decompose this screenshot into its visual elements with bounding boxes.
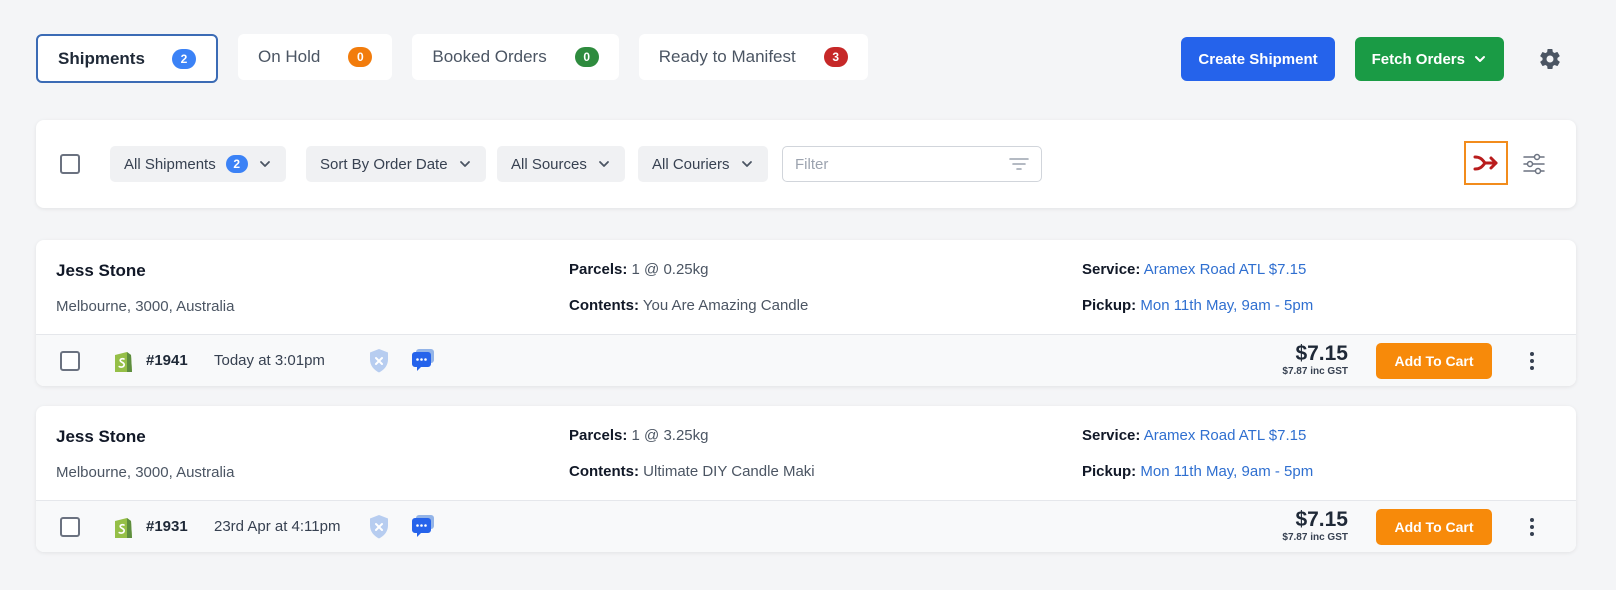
- dropdown-label: All Shipments: [124, 155, 216, 173]
- shopify-icon: [115, 518, 132, 538]
- chevron-down-icon: [1475, 56, 1485, 62]
- service-link[interactable]: Aramex Road ATL $7.15: [1144, 261, 1307, 278]
- parcels-info: Parcels: 1 @ 3.25kg: [569, 427, 709, 444]
- contents-info: Contents: Ultimate DIY Candle Maki: [569, 463, 815, 480]
- chat-bubble-icon: [412, 349, 434, 371]
- parcels-label: Parcels:: [569, 427, 628, 444]
- gear-icon[interactable]: [1532, 41, 1568, 77]
- more-options-icon[interactable]: [1522, 349, 1542, 373]
- chevron-down-icon: [459, 161, 470, 167]
- add-to-cart-button[interactable]: Add To Cart: [1376, 509, 1492, 545]
- shipment-details: Jess Stone Melbourne, 3000, Australia Pa…: [36, 406, 1576, 500]
- pickup-info: Pickup: Mon 11th May, 9am - 5pm: [1082, 297, 1313, 314]
- shipment-footer: #1941 Today at 3:01pm $7.15 $7.87 inc GS…: [36, 334, 1576, 386]
- merge-arrows-icon: [1473, 155, 1498, 171]
- dropdown-label: All Sources: [511, 155, 587, 173]
- couriers-dropdown[interactable]: All Couriers: [638, 146, 768, 182]
- fetch-orders-label: Fetch Orders: [1371, 50, 1465, 68]
- tab-booked-orders[interactable]: Booked Orders 0: [412, 34, 619, 80]
- shipment-card: Jess Stone Melbourne, 3000, Australia Pa…: [36, 240, 1576, 386]
- shipment-card: Jess Stone Melbourne, 3000, Australia Pa…: [36, 406, 1576, 552]
- sort-dropdown[interactable]: Sort By Order Date: [306, 146, 486, 182]
- all-shipments-dropdown[interactable]: All Shipments 2: [110, 146, 286, 182]
- service-info: Service: Aramex Road ATL $7.15: [1082, 427, 1306, 444]
- price-inc-gst: $7.87 inc GST: [1282, 532, 1348, 543]
- insurance-shield-icon[interactable]: [368, 348, 390, 374]
- shopify-icon: [115, 352, 132, 372]
- tab-ready-to-manifest[interactable]: Ready to Manifest 3: [638, 34, 868, 80]
- shipment-footer: #1931 23rd Apr at 4:11pm $7.15 $7.87 inc…: [36, 500, 1576, 552]
- fetch-orders-button[interactable]: Fetch Orders: [1354, 37, 1504, 81]
- parcels-value: 1 @ 3.25kg: [631, 427, 709, 444]
- chevron-down-icon: [741, 161, 752, 167]
- status-tabs: Shipments 2 On Hold 0 Booked Orders 0 Re…: [36, 34, 868, 83]
- pickup-info: Pickup: Mon 11th May, 9am - 5pm: [1082, 463, 1313, 480]
- price-amount: $7.15: [1295, 508, 1348, 531]
- dropdown-label: All Couriers: [652, 155, 730, 173]
- chevron-down-icon: [598, 161, 609, 167]
- shipment-details: Jess Stone Melbourne, 3000, Australia Pa…: [36, 240, 1576, 334]
- parcels-value: 1 @ 0.25kg: [631, 261, 709, 278]
- add-to-cart-button[interactable]: Add To Cart: [1376, 343, 1492, 379]
- count-badge: 0: [574, 47, 599, 67]
- dropdown-label: Sort By Order Date: [320, 155, 448, 173]
- create-shipment-button[interactable]: Create Shipment: [1181, 37, 1335, 81]
- service-label: Service:: [1082, 427, 1141, 444]
- count-badge: 0: [348, 47, 373, 67]
- price-block: $7.15 $7.87 inc GST: [1282, 508, 1348, 543]
- filter-bar: All Shipments 2 Sort By Order Date All S…: [36, 120, 1576, 208]
- pickup-label: Pickup:: [1082, 463, 1137, 480]
- tab-label: On Hold: [258, 47, 321, 66]
- tab-shipments[interactable]: Shipments 2: [36, 34, 218, 83]
- order-number[interactable]: #1931: [146, 518, 188, 535]
- contents-label: Contents:: [569, 463, 639, 480]
- chat-bubble-icon: [412, 515, 434, 537]
- order-number[interactable]: #1941: [146, 352, 188, 369]
- price-inc-gst: $7.87 inc GST: [1282, 366, 1348, 377]
- sliders-icon: [1523, 153, 1545, 175]
- pickup-link[interactable]: Mon 11th May, 9am - 5pm: [1140, 463, 1313, 480]
- tab-label: Booked Orders: [432, 47, 547, 66]
- contents-value: Ultimate DIY Candle Maki: [643, 463, 815, 480]
- customer-name: Jess Stone: [56, 261, 146, 280]
- sources-dropdown[interactable]: All Sources: [497, 146, 625, 182]
- more-options-icon[interactable]: [1522, 515, 1542, 539]
- order-date: 23rd Apr at 4:11pm: [214, 518, 341, 535]
- customer-address: Melbourne, 3000, Australia: [56, 298, 235, 315]
- count-badge: 3: [823, 47, 848, 67]
- filter-lines-icon: [1009, 158, 1029, 170]
- count-badge: 2: [225, 155, 248, 173]
- tab-on-hold[interactable]: On Hold 0: [238, 34, 393, 80]
- customer-address: Melbourne, 3000, Australia: [56, 464, 235, 481]
- pickup-label: Pickup:: [1082, 297, 1137, 314]
- parcels-label: Parcels:: [569, 261, 628, 278]
- tab-label: Ready to Manifest: [658, 47, 796, 66]
- filter-field: [782, 146, 1042, 182]
- price-amount: $7.15: [1295, 342, 1348, 365]
- price-block: $7.15 $7.87 inc GST: [1282, 342, 1348, 377]
- contents-value: You Are Amazing Candle: [642, 297, 809, 314]
- shipment-checkbox[interactable]: [60, 517, 80, 537]
- customer-name: Jess Stone: [56, 427, 146, 446]
- shipment-checkbox[interactable]: [60, 351, 80, 371]
- tab-label: Shipments: [58, 48, 145, 68]
- service-link[interactable]: Aramex Road ATL $7.15: [1144, 427, 1307, 444]
- chevron-down-icon: [259, 161, 270, 167]
- service-label: Service:: [1082, 261, 1141, 278]
- contents-info: Contents: You Are Amazing Candle: [569, 297, 808, 314]
- parcels-info: Parcels: 1 @ 0.25kg: [569, 261, 709, 278]
- select-all-checkbox[interactable]: [60, 154, 80, 174]
- filter-input[interactable]: [795, 155, 1009, 173]
- adjust-settings-button[interactable]: [1516, 146, 1552, 182]
- merge-orders-button[interactable]: [1464, 141, 1508, 185]
- service-info: Service: Aramex Road ATL $7.15: [1082, 261, 1306, 278]
- top-actions: Create Shipment Fetch Orders: [1181, 37, 1568, 81]
- count-badge: 2: [172, 48, 196, 69]
- pickup-link[interactable]: Mon 11th May, 9am - 5pm: [1140, 297, 1313, 314]
- order-date: Today at 3:01pm: [214, 352, 325, 369]
- insurance-shield-icon[interactable]: [368, 514, 390, 540]
- contents-label: Contents:: [569, 297, 639, 314]
